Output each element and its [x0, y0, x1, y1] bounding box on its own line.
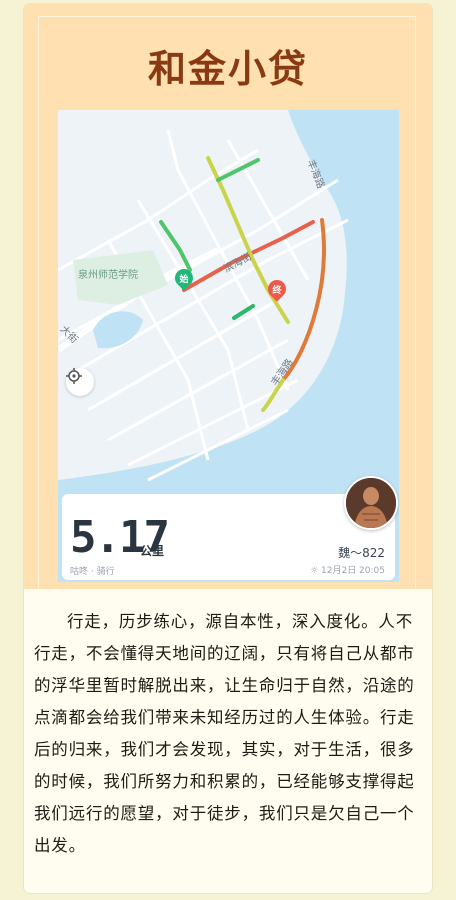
page-title: 和金小贷 [147, 47, 308, 91]
locate-button[interactable] [66, 368, 94, 396]
distance-unit: 公里 [140, 544, 165, 558]
avatar-image [346, 478, 396, 528]
ride-datetime: ☼ 12月2日 20:05 [310, 566, 385, 576]
header-panel: 和金小贷 丰海路 滨海街 丰海路 大街 泉州师范学院 始 终 5.17 公里 咕… [24, 4, 432, 589]
poi-label-school: 泉州师范学院 [78, 270, 138, 281]
crosshair-icon [66, 368, 82, 384]
avatar[interactable] [344, 476, 398, 530]
username: 魏～822 [338, 546, 385, 560]
sun-icon: ☼ [310, 566, 322, 576]
route-map[interactable]: 丰海路 滨海街 丰海路 大街 泉州师范学院 始 终 5.17 公里 咕咚 · 骑… [58, 110, 399, 582]
ride-stats-card: 5.17 公里 咕咚 · 骑行 魏～822 ☼ 12月2日 20:05 [62, 476, 398, 580]
article-paragraph: 行走，历步练心，源自本性，深入度化。人不行走，不会懂得天地间的辽阔，只有将自己从… [34, 612, 415, 855]
app-brand: 咕咚 · 骑行 [70, 567, 115, 577]
article-card: 和金小贷 丰海路 滨海街 丰海路 大街 泉州师范学院 始 终 5.17 公里 咕… [24, 4, 432, 893]
